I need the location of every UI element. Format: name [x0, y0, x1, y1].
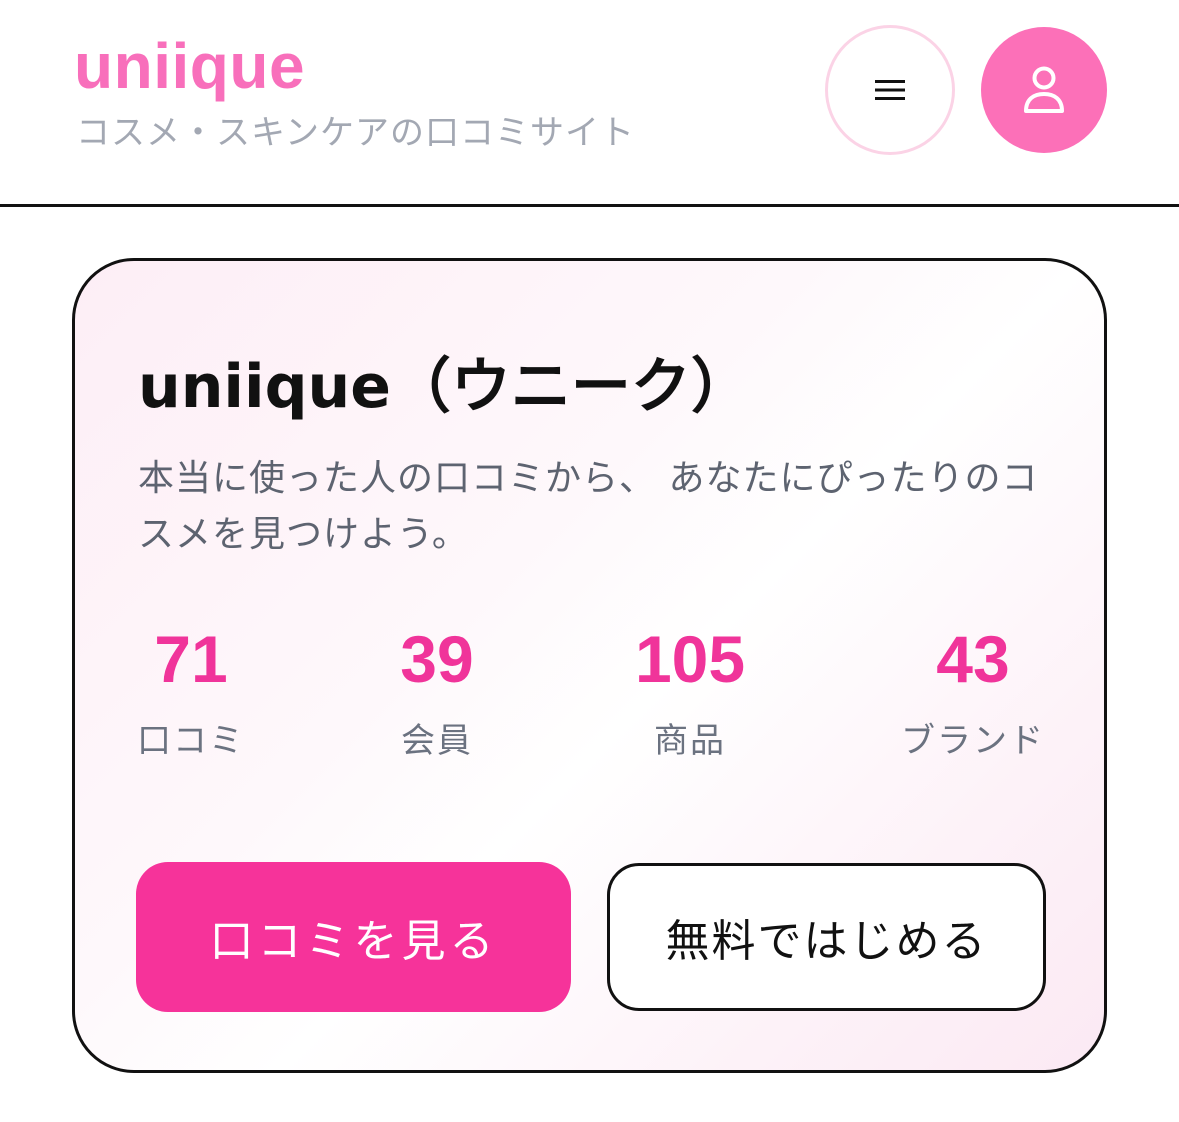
stat-label: 口コミ	[137, 721, 245, 761]
stat-brands: 43 ブランド	[893, 621, 1053, 761]
hero-card: uniique（ウニーク） 本当に使った人の口コミから、 あなたにぴったりのコス…	[72, 258, 1107, 1073]
signup-free-button[interactable]: 無料ではじめる	[607, 863, 1046, 1011]
stat-value: 105	[634, 622, 746, 696]
menu-button[interactable]	[825, 25, 955, 155]
stat-label: ブランド	[901, 721, 1045, 761]
site-tagline: コスメ・スキンケアの口コミサイト	[76, 113, 635, 153]
stat-label: 会員	[401, 721, 473, 761]
menu-icon	[875, 80, 905, 100]
site-header: uniique コスメ・スキンケアの口コミサイト	[0, 0, 1179, 207]
hero-title: uniique（ウニーク）	[138, 352, 751, 422]
hero-description: 本当に使った人の口コミから、 あなたにぴったりのコスメを見つけよう。	[138, 458, 1039, 555]
stat-label: 商品	[654, 721, 726, 761]
account-button[interactable]	[981, 27, 1107, 153]
stat-products: 105 商品	[610, 621, 770, 761]
stat-value: 39	[400, 622, 474, 696]
stat-reviews: 71 口コミ	[126, 621, 256, 761]
site-logo[interactable]: uniique	[74, 30, 305, 102]
stat-value: 43	[936, 622, 1010, 696]
user-icon	[1024, 66, 1064, 113]
stat-members: 39 会員	[372, 621, 502, 761]
stat-value: 71	[154, 622, 228, 696]
view-reviews-button[interactable]: 口コミを見る	[136, 862, 571, 1012]
